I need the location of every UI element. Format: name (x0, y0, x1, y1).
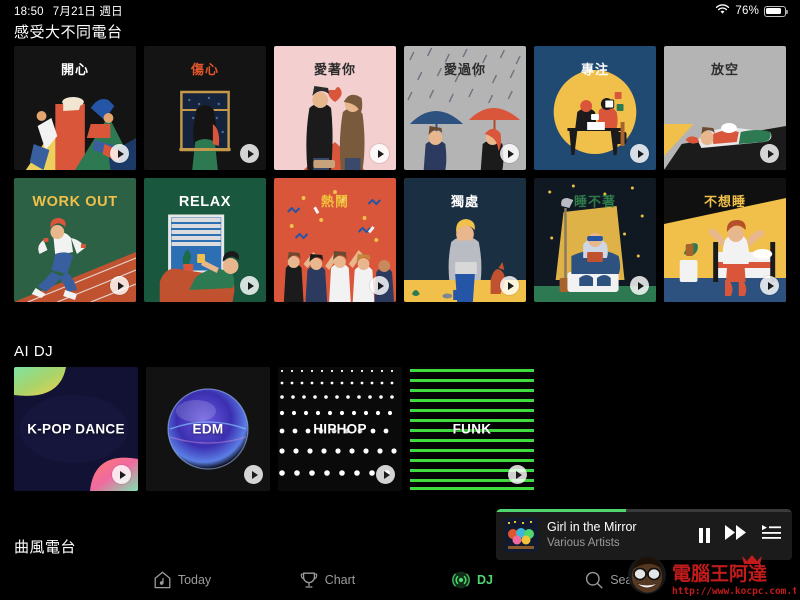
play-button[interactable] (240, 276, 259, 295)
aidj-card-title: FUNK (452, 421, 492, 437)
app-screen: 18:50 7月21日 週日 76% 感受大不同電台 開心 傷心 愛著你 愛過你… (0, 0, 800, 600)
mood-card-loved-you[interactable]: 愛過你 (404, 46, 526, 170)
play-button[interactable] (500, 276, 519, 295)
play-button[interactable] (244, 465, 263, 484)
mood-card-daydream[interactable]: 放空 (664, 46, 786, 170)
today-house-note-icon (154, 571, 171, 589)
aidj-card-row: K-POP DANCE EDM HIPHOP FUNK (14, 367, 534, 491)
mood-card-alone[interactable]: 獨處 (404, 178, 526, 302)
search-icon (585, 571, 603, 589)
queue-list-icon[interactable] (762, 525, 781, 545)
mood-card-title: 放空 (710, 62, 739, 77)
status-bar-left: 18:50 7月21日 週日 (14, 3, 123, 19)
section-title-aidj: AI DJ (14, 343, 54, 360)
play-button[interactable] (112, 465, 131, 484)
tab-today[interactable]: Today (110, 571, 255, 589)
now-playing-artist: Various Artists (547, 536, 620, 549)
mood-card-title: WORK OUT (32, 194, 118, 210)
now-playing-title: Girl in the Mirror (547, 520, 637, 535)
playback-controls (698, 525, 784, 545)
aidj-card-title: EDM (192, 421, 224, 437)
trophy-icon (300, 571, 318, 589)
mood-card-happy[interactable]: 開心 (14, 46, 136, 170)
aidj-card-title: K-POP DANCE (27, 421, 125, 437)
dj-broadcast-icon (452, 571, 470, 589)
mood-card-title: 熱鬧 (320, 194, 349, 209)
section-title-mood: 感受大不同電台 (14, 24, 123, 41)
mood-card-title: 開心 (60, 62, 89, 77)
mood-card-relax[interactable]: RELAX (144, 178, 266, 302)
aidj-card-edm[interactable]: EDM (146, 367, 270, 491)
play-button[interactable] (376, 465, 395, 484)
play-button[interactable] (240, 144, 259, 163)
aidj-card-hiphop[interactable]: HIPHOP (278, 367, 402, 491)
play-button[interactable] (760, 276, 779, 295)
mood-card-sad[interactable]: 傷心 (144, 46, 266, 170)
play-button[interactable] (630, 144, 649, 163)
play-button[interactable] (500, 144, 519, 163)
play-button[interactable] (370, 144, 389, 163)
tab-dj[interactable]: DJ (400, 571, 545, 589)
tab-search[interactable]: Search (545, 571, 690, 589)
section-title-genre: 曲風電台 (14, 539, 77, 556)
mood-card-title: 不想睡 (703, 194, 746, 209)
tab-label: Today (177, 573, 212, 587)
mood-card-loving-you[interactable]: 愛著你 (274, 46, 396, 170)
status-bar-right: 76% (715, 4, 788, 18)
mood-card-title: 愛過你 (443, 62, 486, 77)
mood-card-title: 傷心 (190, 62, 219, 77)
tab-label: Search (610, 573, 650, 587)
play-button[interactable] (370, 276, 389, 295)
mood-card-title: 愛著你 (313, 62, 356, 77)
status-bar: 18:50 7月21日 週日 76% (0, 0, 800, 22)
battery-percent: 76% (735, 5, 759, 17)
mood-card-cant-sleep[interactable]: 睡不著 (534, 178, 656, 302)
now-playing-bar[interactable]: Girl in the Mirror Various Artists (496, 509, 792, 561)
next-track-icon[interactable] (725, 525, 747, 545)
bottom-tab-bar: Today Chart DJ Search (0, 560, 800, 600)
play-button[interactable] (760, 144, 779, 163)
mood-card-lively[interactable]: 熱鬧 (274, 178, 396, 302)
tab-chart[interactable]: Chart (255, 571, 400, 589)
mood-card-grid: 開心 傷心 愛著你 愛過你 專注 放空 WORK OUT RELAX 熱鬧 獨處… (14, 46, 786, 302)
mood-card-title: RELAX (178, 194, 232, 210)
play-button[interactable] (110, 276, 129, 295)
mood-card-title: 專注 (580, 62, 609, 77)
aidj-card-kpop-dance[interactable]: K-POP DANCE (14, 367, 138, 491)
battery-icon (764, 5, 788, 17)
mood-card-workout[interactable]: WORK OUT (14, 178, 136, 302)
status-time: 18:50 (14, 6, 44, 18)
tab-label: Chart (324, 573, 356, 587)
pause-icon[interactable] (698, 527, 710, 543)
mood-card-title: 睡不著 (573, 194, 616, 209)
now-playing-meta: Girl in the Mirror Various Artists (547, 520, 690, 549)
play-button[interactable] (110, 144, 129, 163)
play-button[interactable] (508, 465, 527, 484)
playback-progress-bar[interactable] (496, 509, 792, 512)
play-button[interactable] (630, 276, 649, 295)
mood-card-focus[interactable]: 專注 (534, 46, 656, 170)
mood-card-title: 獨處 (450, 194, 479, 209)
mood-card-dont-want-sleep[interactable]: 不想睡 (664, 178, 786, 302)
aidj-card-funk[interactable]: FUNK (410, 367, 534, 491)
wifi-icon (715, 4, 730, 18)
aidj-card-title: HIPHOP (313, 421, 367, 437)
tab-label: DJ (477, 573, 493, 587)
status-date: 7月21日 週日 (52, 6, 123, 18)
album-art (504, 518, 538, 552)
